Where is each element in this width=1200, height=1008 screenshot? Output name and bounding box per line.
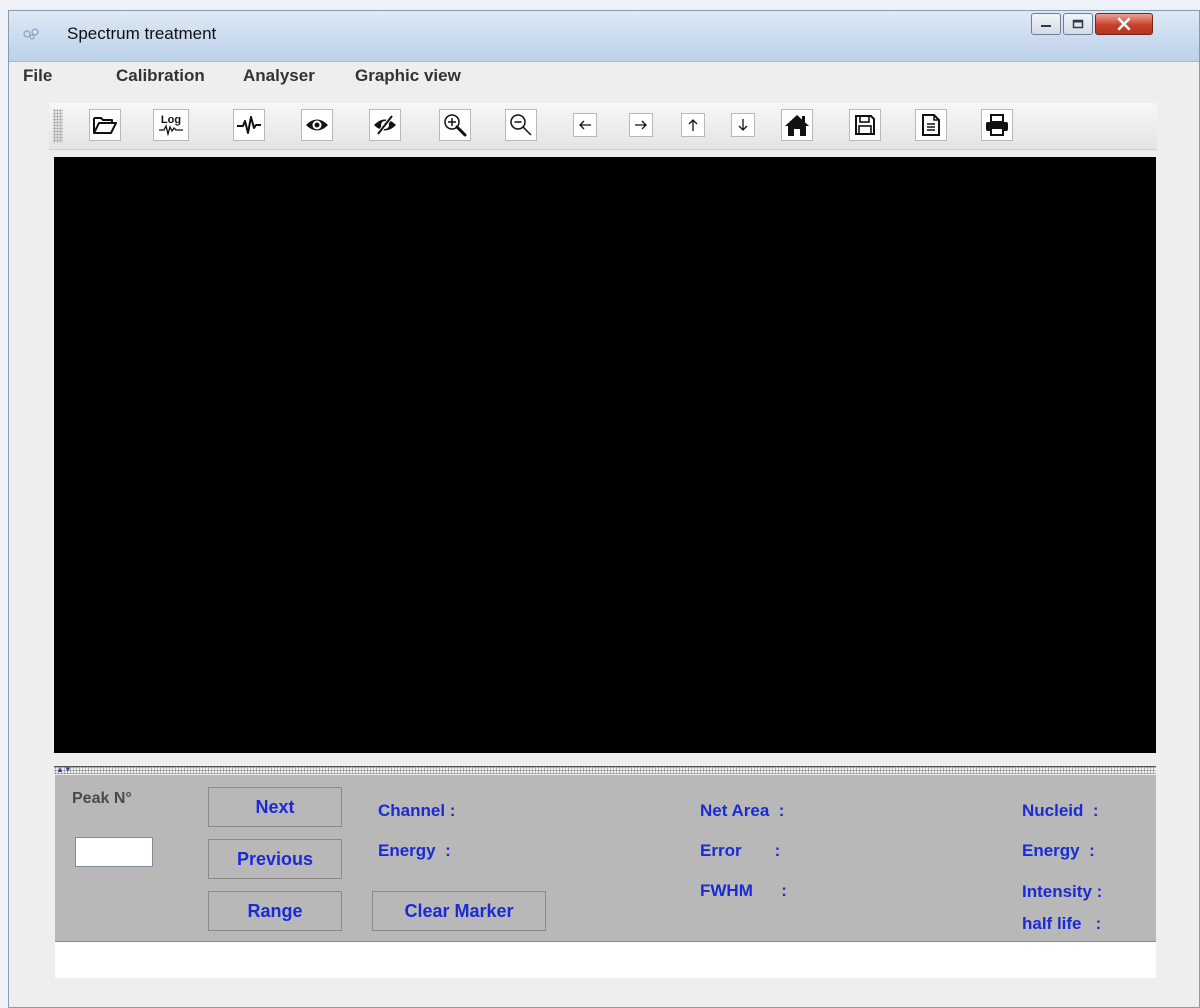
title-bar[interactable]: Spectrum treatment xyxy=(9,11,1199,62)
document-icon xyxy=(922,114,940,136)
menu-bar: File Calibration Analyser Graphic view xyxy=(9,62,1199,90)
print-button[interactable] xyxy=(981,109,1013,141)
svg-text:Log: Log xyxy=(161,114,181,126)
error-label: Error : xyxy=(700,841,781,860)
energy-label: Energy : xyxy=(378,841,451,860)
nucleid-label: Nucleid : xyxy=(1022,801,1099,820)
save-icon xyxy=(855,115,875,135)
window-title: Spectrum treatment xyxy=(67,24,217,43)
log-scale-icon: Log xyxy=(159,114,183,137)
zoom-in-icon xyxy=(444,114,467,137)
minimize-button[interactable] xyxy=(1031,13,1061,35)
next-button[interactable]: Next xyxy=(208,787,342,827)
print-icon xyxy=(986,114,1008,136)
report-button[interactable] xyxy=(915,109,947,141)
zoom-out-icon xyxy=(510,114,532,136)
pan-left-button[interactable] xyxy=(573,113,597,137)
minimize-icon xyxy=(1032,14,1060,34)
arrow-up-icon xyxy=(688,119,698,131)
peak-number-input[interactable] xyxy=(75,837,153,867)
home-button[interactable] xyxy=(781,109,813,141)
maximize-button[interactable] xyxy=(1063,13,1093,35)
eye-icon xyxy=(306,119,328,131)
spectrum-pulse-button[interactable] xyxy=(233,109,265,141)
save-button[interactable] xyxy=(849,109,881,141)
log-scale-button[interactable]: Log xyxy=(153,109,189,141)
hide-button[interactable] xyxy=(369,109,401,141)
channel-label: Channel : xyxy=(378,801,456,820)
open-folder-icon xyxy=(93,117,117,134)
menu-graphic-view[interactable]: Graphic view xyxy=(355,66,461,86)
eye-off-icon xyxy=(374,114,396,136)
zoom-in-button[interactable] xyxy=(439,109,471,141)
toolbar: Log xyxy=(49,103,1157,150)
clear-marker-button[interactable]: Clear Marker xyxy=(372,891,546,931)
close-icon xyxy=(1096,14,1152,34)
menu-analyser[interactable]: Analyser xyxy=(243,66,315,86)
arrow-left-icon xyxy=(579,120,591,130)
previous-button[interactable]: Previous xyxy=(208,839,342,879)
peak-info-panel: Peak N° Next Previous Range Clear Marker… xyxy=(55,775,1156,941)
pan-right-button[interactable] xyxy=(629,113,653,137)
output-area[interactable] xyxy=(55,941,1156,978)
fwhm-label: FWHM : xyxy=(700,881,787,900)
app-window: Spectrum treatment File Calibration Anal… xyxy=(8,10,1200,1008)
pulse-icon xyxy=(237,116,261,134)
arrow-right-icon xyxy=(635,120,647,130)
maximize-icon xyxy=(1064,14,1092,34)
menu-calibration[interactable]: Calibration xyxy=(116,66,205,86)
spectrum-graph-canvas[interactable] xyxy=(54,157,1156,753)
nucleid-energy-label: Energy : xyxy=(1022,841,1095,860)
intensity-label: Intensity : xyxy=(1022,882,1103,901)
half-life-label: half life : xyxy=(1022,914,1102,933)
home-icon xyxy=(785,115,809,136)
peak-number-label: Peak N° xyxy=(72,790,132,807)
open-button[interactable] xyxy=(89,109,121,141)
app-logo-icon xyxy=(23,28,39,40)
toolbar-grip[interactable] xyxy=(53,109,63,143)
show-button[interactable] xyxy=(301,109,333,141)
arrow-down-icon xyxy=(738,119,748,131)
splitter-arrows-icon[interactable]: ▲▼ xyxy=(56,766,72,774)
menu-file[interactable]: File xyxy=(23,66,52,86)
pan-down-button[interactable] xyxy=(731,113,755,137)
net-area-label: Net Area : xyxy=(700,801,785,820)
pan-up-button[interactable] xyxy=(681,113,705,137)
range-button[interactable]: Range xyxy=(208,891,342,931)
zoom-out-button[interactable] xyxy=(505,109,537,141)
panel-splitter[interactable]: ▲▼ xyxy=(54,766,1156,774)
close-button[interactable] xyxy=(1095,13,1153,35)
